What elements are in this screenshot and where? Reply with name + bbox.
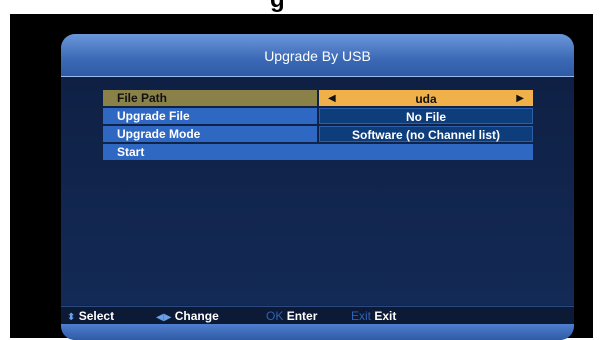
- file-path-label: File Path: [103, 90, 317, 106]
- help-exit-label: Exit: [374, 309, 397, 323]
- help-ok: OK Enter: [266, 307, 317, 325]
- file-path-value[interactable]: ◀ uda ▶: [319, 90, 533, 106]
- menu-content: File Path ◀ uda ▶ Upgrade File No File U…: [61, 77, 574, 305]
- left-right-arrows-icon: ◀▶: [156, 312, 172, 323]
- dialog-title: Upgrade By USB: [61, 34, 574, 77]
- upgrade-file-label: Upgrade File: [103, 108, 317, 124]
- upgrade-mode-label: Upgrade Mode: [103, 126, 317, 142]
- help-change-label: Change: [174, 309, 219, 323]
- up-down-arrows-icon: ⬍: [67, 312, 76, 323]
- help-exit: Exit Exit: [351, 307, 396, 325]
- arrow-left-icon[interactable]: ◀: [328, 91, 336, 107]
- arrow-right-icon[interactable]: ▶: [516, 91, 524, 107]
- top-clipped-text: g: [270, 0, 285, 14]
- help-ok-label: Enter: [286, 309, 318, 323]
- tv-screen: Upgrade By USB File Path ◀ uda ▶ Upgrade…: [10, 14, 593, 340]
- exit-key-icon: Exit: [351, 309, 372, 323]
- file-path-value-text: uda: [415, 92, 437, 106]
- upgrade-file-value[interactable]: No File: [319, 108, 533, 124]
- start-button[interactable]: Start: [103, 144, 533, 160]
- menu-row-upgrade-file[interactable]: Upgrade File No File: [103, 108, 533, 124]
- menu-row-upgrade-mode[interactable]: Upgrade Mode Software (no Channel list): [103, 126, 533, 142]
- upgrade-dialog: Upgrade By USB File Path ◀ uda ▶ Upgrade…: [61, 34, 574, 340]
- help-bar: ⬍ Select ◀▶ Change OK Enter Exit Exit: [61, 306, 574, 325]
- upgrade-mode-value[interactable]: Software (no Channel list): [319, 126, 533, 142]
- menu-row-start[interactable]: Start: [103, 144, 533, 160]
- ok-key-icon: OK: [266, 309, 284, 323]
- menu-row-file-path[interactable]: File Path ◀ uda ▶: [103, 90, 533, 106]
- help-select-label: Select: [78, 309, 115, 323]
